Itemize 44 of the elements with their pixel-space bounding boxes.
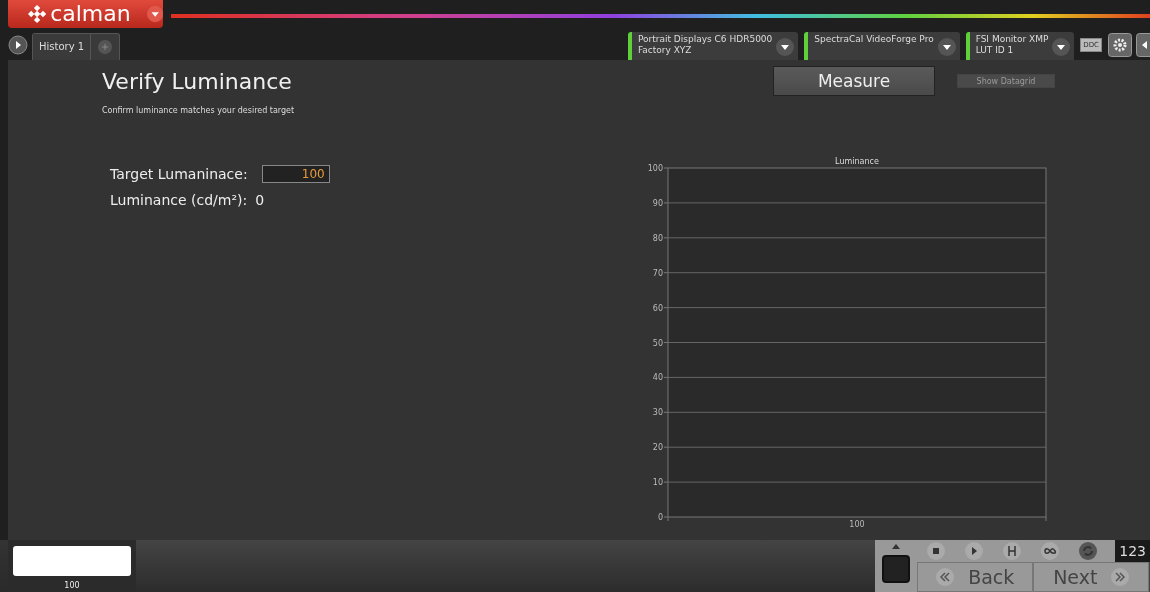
y-tick-label: 40 — [652, 373, 663, 383]
logo-text: calman — [50, 3, 131, 25]
target-input[interactable]: 100 — [261, 165, 330, 183]
y-tick-label: 10 — [652, 478, 663, 488]
dropdown-icon — [937, 38, 956, 56]
bracket-icon[interactable] — [1002, 541, 1023, 561]
play-icon[interactable] — [8, 35, 28, 55]
double-left-icon — [936, 568, 955, 586]
luminance-value: 0 — [255, 192, 265, 208]
y-tick-label: 0 — [657, 513, 663, 522]
counter-button[interactable]: 123 — [1115, 540, 1150, 562]
dropdown-icon[interactable] — [146, 5, 163, 23]
tab[interactable]: History 1 — [33, 34, 92, 60]
dropdown-icon — [776, 38, 795, 56]
preview-swatch-icon — [882, 555, 911, 583]
double-right-icon — [1111, 568, 1130, 586]
device-selector[interactable]: SpectraCal VideoForge Pro — [804, 32, 960, 60]
luminance-label: Luminance (cd/m²): — [110, 192, 248, 208]
collapse-icon[interactable] — [1136, 33, 1150, 57]
measure-button[interactable]: Measure — [773, 66, 935, 96]
y-tick-label: 60 — [652, 303, 663, 313]
color-swatch[interactable] — [13, 546, 131, 576]
y-tick-label: 90 — [652, 198, 663, 208]
page-title: Verify Luminance — [102, 69, 293, 94]
swatch-label: 100 — [64, 581, 80, 590]
target-label: Target Lumaninace: — [110, 166, 248, 182]
y-tick-label: 20 — [652, 443, 663, 453]
device-selector[interactable]: FSI Monitor XMP LUT ID 1 — [965, 32, 1075, 60]
y-tick-label: 100 — [647, 164, 663, 173]
page-subtitle: Confirm luminance matches your desired target — [102, 106, 296, 115]
loop-icon[interactable] — [1040, 541, 1061, 561]
y-tick-label: 30 — [652, 408, 663, 418]
dropdown-icon — [1052, 38, 1071, 56]
y-tick-label: 70 — [652, 268, 663, 278]
y-tick-label: 80 — [652, 233, 663, 243]
device-selector[interactable]: Portrait Displays C6 HDR5000 Factory XYZ — [627, 32, 799, 60]
chart-title: Luminance — [835, 157, 879, 166]
refresh-icon[interactable] — [1078, 541, 1099, 561]
x-tick-label: 100 — [849, 520, 865, 528]
stop-icon[interactable] — [926, 541, 947, 561]
diamond-logo-icon — [28, 4, 47, 24]
app-logo[interactable]: calman — [8, 0, 163, 28]
y-tick-label: 50 — [652, 338, 663, 348]
settings-icon[interactable] — [1108, 33, 1132, 57]
